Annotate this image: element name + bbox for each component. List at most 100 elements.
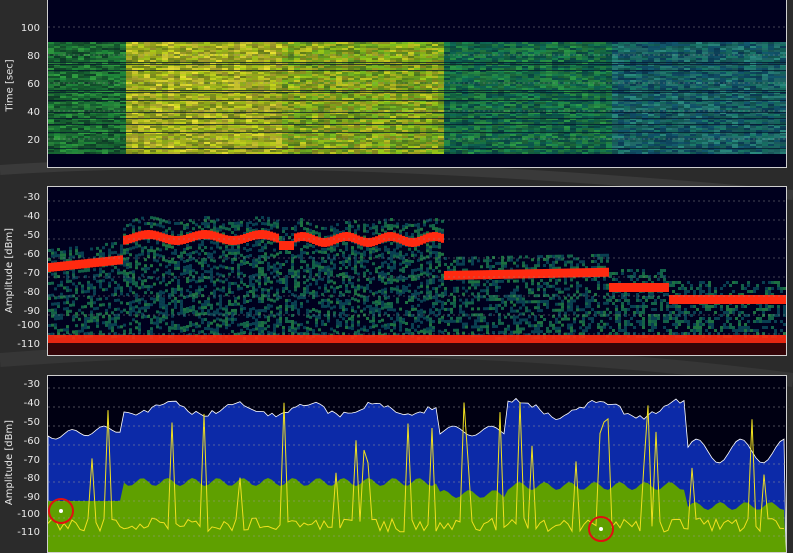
waterfall-cell [102, 42, 108, 44]
waterfall-cell [306, 50, 312, 52]
waterfall-cell [216, 104, 222, 106]
waterfall-cell [438, 42, 444, 44]
waterfall-cell [438, 106, 444, 108]
waterfall-cell [240, 98, 246, 100]
waterfall-cell [66, 80, 72, 82]
waterfall-cell [606, 116, 612, 118]
waterfall-cell [522, 98, 528, 100]
waterfall-cell [594, 44, 600, 46]
waterfall-cell [768, 94, 774, 96]
waterfall-cell [726, 88, 732, 90]
waterfall-cell [102, 80, 108, 82]
waterfall-cell [714, 80, 720, 82]
waterfall-cell [660, 106, 666, 108]
waterfall-cell [498, 48, 504, 50]
waterfall-cell [474, 84, 480, 86]
waterfall-cell [414, 46, 420, 48]
waterfall-cell [546, 116, 552, 118]
waterfall-cell [210, 52, 216, 54]
waterfall-cell [426, 78, 432, 80]
waterfall-cell [282, 68, 288, 70]
waterfall-cell [648, 96, 654, 98]
waterfall-cell [522, 66, 528, 68]
waterfall-cell [744, 102, 750, 104]
waterfall-cell [138, 96, 144, 98]
waterfall-cell [162, 86, 168, 88]
waterfall-cell [714, 50, 720, 52]
waterfall-cell [534, 86, 540, 88]
waterfall-cell [360, 94, 366, 96]
waterfall-cell [726, 48, 732, 50]
waterfall-cell [114, 46, 120, 48]
waterfall-cell [402, 116, 408, 118]
waterfall-cell [402, 96, 408, 98]
waterfall-cell [774, 56, 780, 58]
waterfall-cell [480, 108, 486, 110]
waterfall-cell [474, 116, 480, 118]
waterfall-cell [678, 58, 684, 60]
waterfall-cell [264, 76, 270, 78]
waterfall-cell [468, 50, 474, 52]
waterfall-cell [156, 98, 162, 100]
waterfall-cell [534, 102, 540, 104]
waterfall-cell [252, 58, 258, 60]
waterfall-cell [702, 80, 708, 82]
waterfall-cell [318, 42, 324, 44]
waterfall-cell [780, 50, 786, 52]
waterfall-cell [270, 108, 276, 110]
waterfall-cell [420, 98, 426, 100]
waterfall-cell [414, 66, 420, 68]
waterfall-cell [534, 120, 540, 122]
waterfall-cell [288, 66, 294, 68]
waterfall-cell [120, 94, 126, 96]
waterfall-cell [672, 68, 678, 70]
waterfall-cell [318, 122, 324, 124]
waterfall-cell [672, 116, 678, 118]
waterfall-cell [282, 80, 288, 82]
waterfall-cell [756, 108, 762, 110]
waterfall-cell [162, 46, 168, 48]
waterfall-cell [504, 86, 510, 88]
waterfall-cell [108, 80, 114, 82]
waterfall-cell [606, 46, 612, 48]
waterfall-plot[interactable] [47, 0, 787, 168]
waterfall-cell [696, 76, 702, 78]
waterfall-cell [48, 76, 54, 78]
waterfall-cell [234, 68, 240, 70]
waterfall-cell [360, 68, 366, 70]
waterfall-cell [726, 102, 732, 104]
waterfall-cell [372, 98, 378, 100]
waterfall-cell [546, 88, 552, 90]
waterfall-cell [480, 88, 486, 90]
waterfall-cell [468, 72, 474, 74]
waterfall-cell [522, 76, 528, 78]
waterfall-cell [594, 60, 600, 62]
waterfall-cell [228, 66, 234, 68]
waterfall-cell [630, 88, 636, 90]
waterfall-cell [660, 46, 666, 48]
waterfall-cell [654, 86, 660, 88]
waterfall-cell [696, 52, 702, 54]
waterfall-cell [762, 98, 768, 100]
waterfall-cell [150, 94, 156, 96]
waterfall-cell [624, 88, 630, 90]
waterfall-cell [378, 122, 384, 124]
waterfall-cell [708, 58, 714, 60]
waterfall-cell [186, 52, 192, 54]
waterfall-cell [222, 56, 228, 58]
waterfall-cell [696, 86, 702, 88]
waterfall-cell [258, 76, 264, 78]
waterfall-cell [336, 60, 342, 62]
waterfall-cell [210, 104, 216, 106]
waterfall-cell [420, 104, 426, 106]
waterfall-cell [276, 44, 282, 46]
waterfall-cell [162, 50, 168, 52]
waterfall-cell [330, 88, 336, 90]
waterfall-cell [456, 60, 462, 62]
waterfall-cell [582, 66, 588, 68]
waterfall-cell [450, 78, 456, 80]
waterfall-cell [726, 52, 732, 54]
waterfall-cell [540, 84, 546, 86]
waterfall-cell [756, 56, 762, 58]
waterfall-cell [474, 86, 480, 88]
